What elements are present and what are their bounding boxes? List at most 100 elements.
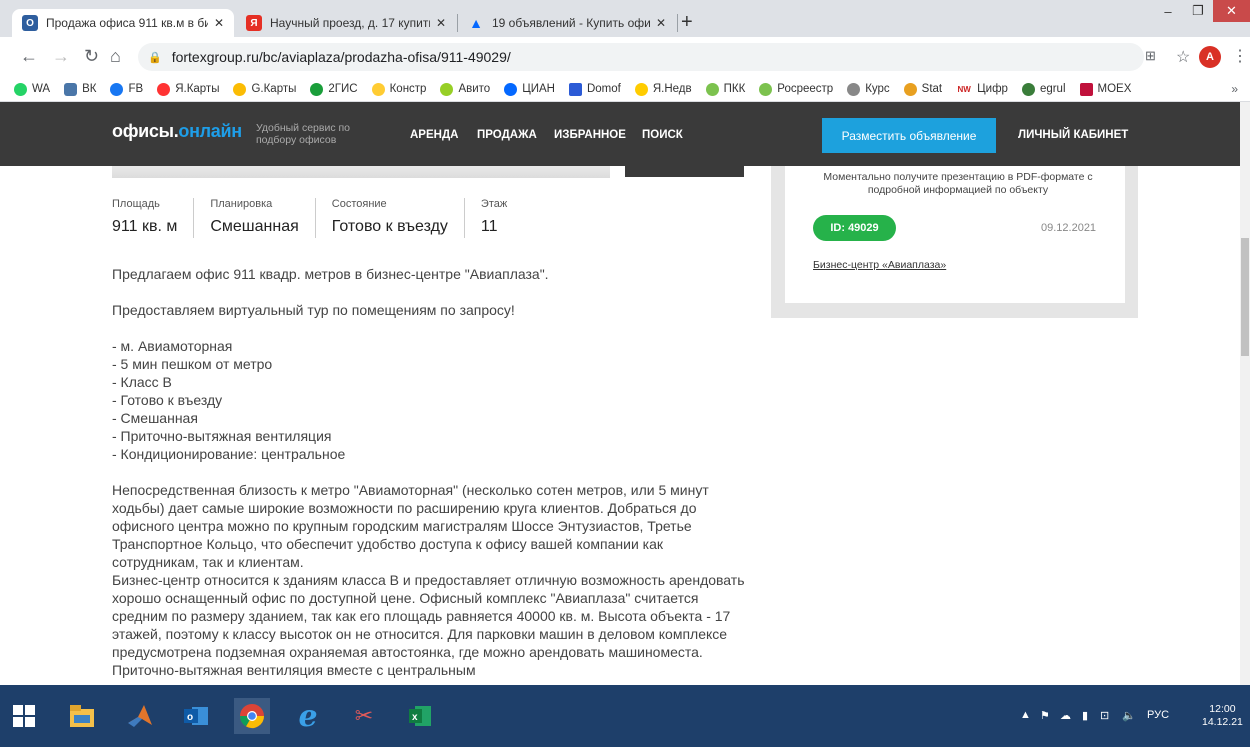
gallery-control[interactable] <box>625 166 744 177</box>
map-pin-icon <box>371 82 385 96</box>
profile-avatar[interactable]: A <box>1199 46 1221 68</box>
bookmark-avito[interactable]: Авито <box>440 82 491 96</box>
tab-separator <box>677 14 678 32</box>
excel-icon[interactable]: x <box>402 698 438 734</box>
lock-icon[interactable]: 🔒 <box>148 51 162 64</box>
minimize-icon[interactable]: – <box>1153 0 1183 22</box>
avito-icon <box>440 82 454 96</box>
bookmark-domof[interactable]: Domof <box>568 82 621 96</box>
bookmark-yanedv[interactable]: Я.Недв <box>634 82 692 96</box>
bookmark-cian[interactable]: ЦИАН <box>504 82 555 96</box>
bookmark-2gis[interactable]: 2ГИС <box>310 82 358 96</box>
feature-item: - Готово к въезду <box>112 392 223 408</box>
bookmark-star-icon[interactable]: ☆ <box>1176 47 1190 67</box>
scrollbar[interactable] <box>1240 102 1250 685</box>
house-icon <box>634 82 648 96</box>
bookmark-pkk[interactable]: ПКК <box>705 82 745 96</box>
bookmark-vk[interactable]: ВК <box>64 82 97 96</box>
close-tab-icon[interactable]: ✕ <box>656 16 666 30</box>
network-icon[interactable]: ⊡ <box>1100 709 1109 722</box>
taskbar-clock[interactable]: 12:00 14.12.21 <box>1202 703 1243 729</box>
bookmark-moex[interactable]: MOEX <box>1079 82 1131 96</box>
chrome-icon[interactable] <box>234 698 270 734</box>
restore-icon[interactable]: ❐ <box>1183 0 1213 22</box>
nav-search[interactable]: ПОИСК <box>642 129 683 141</box>
bookmark-fb[interactable]: FB <box>110 82 143 96</box>
nav-favorites[interactable]: ИЗБРАННОЕ <box>554 129 626 141</box>
url-bar[interactable]: 🔒 fortexgroup.ru/bc/aviaplaza/prodazha-o… <box>138 43 1144 71</box>
bookmark-label: Цифр <box>977 83 1008 95</box>
fact-floor: Этаж 11 <box>481 198 523 238</box>
matlab-icon[interactable] <box>122 698 158 734</box>
os-taskbar: o e ✂ x ▲ ⚑ ☁ ▮ ⊡ 🔈 РУС 12:00 14.12.21 <box>0 685 1250 747</box>
flag-tray-icon[interactable]: ⚑ <box>1040 709 1050 722</box>
snipping-tool-icon[interactable]: ✂ <box>346 698 382 734</box>
facts-row: Площадь 911 кв. м Планировка Смешанная С… <box>112 198 539 238</box>
bookmark-label: ВК <box>82 83 97 95</box>
bookmark-yamaps[interactable]: Я.Карты <box>157 82 219 96</box>
close-tab-icon[interactable]: ✕ <box>436 16 446 30</box>
pdf-note: Моментально получите презентацию в PDF-ф… <box>823 171 1093 196</box>
volume-icon[interactable]: 🔈 <box>1122 709 1136 722</box>
close-tab-icon[interactable]: ✕ <box>214 16 224 30</box>
close-window-icon[interactable]: ✕ <box>1213 0 1250 22</box>
bookmark-label: ЦИАН <box>522 83 555 95</box>
logo-text: офисы. <box>112 121 179 141</box>
account-link[interactable]: ЛИЧНЫЙ КАБИНЕТ <box>1018 129 1128 141</box>
reload-icon[interactable]: ↻ <box>84 46 99 66</box>
bookmark-label: Domof <box>586 83 621 95</box>
bookmark-label: Авито <box>458 83 491 95</box>
svg-text:o: o <box>187 712 193 723</box>
forward-icon[interactable]: → <box>52 46 70 66</box>
facebook-icon <box>110 82 124 96</box>
description-paragraph: Бизнес-центр относится к зданиям класса … <box>112 572 745 678</box>
new-tab-icon[interactable]: + <box>681 12 693 32</box>
bookmarks-overflow-icon[interactable]: » <box>1231 82 1238 96</box>
nav-rent[interactable]: АРЕНДА <box>410 129 458 141</box>
bookmark-wa[interactable]: WA <box>14 82 50 96</box>
tab-title: 19 объявлений - Купить офис в <box>492 16 650 30</box>
bookmark-rosreestr[interactable]: Росреестр <box>759 82 834 96</box>
post-listing-button[interactable]: Разместить объявление <box>822 118 996 153</box>
bookmark-konstr[interactable]: Констр <box>371 82 427 96</box>
language-indicator[interactable]: РУС <box>1147 709 1169 721</box>
fact-value: Готово к въезду <box>331 218 448 235</box>
bookmark-kurs[interactable]: Курс <box>847 82 890 96</box>
whatsapp-icon <box>14 82 27 96</box>
tab-title: Продажа офиса 911 кв.м в бизне <box>46 16 208 30</box>
scrollbar-thumb[interactable] <box>1241 238 1249 356</box>
file-explorer-icon[interactable] <box>64 698 100 734</box>
nav-sale[interactable]: ПРОДАЖА <box>477 129 537 141</box>
bookmark-gmaps[interactable]: G.Карты <box>233 82 296 96</box>
business-center-link[interactable]: Бизнес-центр «Авиаплаза» <box>813 259 946 271</box>
tab-cian[interactable]: ▲ 19 объявлений - Купить офис в ✕ <box>458 9 676 37</box>
fact-value: Смешанная <box>210 218 299 235</box>
translate-icon[interactable]: ⊞ <box>1145 48 1156 64</box>
bookmark-stat[interactable]: Stat <box>903 82 942 96</box>
tab-active[interactable]: О Продажа офиса 911 кв.м в бизне ✕ <box>12 9 234 37</box>
onedrive-icon[interactable]: ☁ <box>1060 709 1071 722</box>
bookmark-label: Росреестр <box>777 83 834 95</box>
web-page: Площадь 911 кв. м Планировка Смешанная С… <box>0 102 1250 685</box>
fact-condition: Состояние Готово к въезду <box>332 198 465 238</box>
site-logo[interactable]: офисы.онлайн <box>112 121 242 142</box>
tab-yandex[interactable]: Я Научный проезд, д. 17 купить п ✕ <box>236 9 456 37</box>
internet-explorer-icon[interactable]: e <box>290 698 326 734</box>
outlook-icon[interactable]: o <box>178 698 214 734</box>
fact-value: 911 кв. м <box>112 218 178 235</box>
gallery-image[interactable] <box>112 166 610 178</box>
fact-label: Площадь <box>112 198 160 210</box>
back-icon[interactable]: ← <box>20 46 38 66</box>
bookmark-egrul[interactable]: egrul <box>1021 82 1066 96</box>
battery-icon[interactable]: ▮ <box>1082 709 1088 722</box>
bookmark-cifr[interactable]: NW Цифр <box>956 82 1008 96</box>
description-intro: Предлагаем офис 911 квадр. метров в бизн… <box>112 266 549 282</box>
logo-accent: онлайн <box>178 121 242 141</box>
windows-start-icon[interactable] <box>6 698 42 734</box>
browser-menu-icon[interactable]: ⋮ <box>1232 46 1248 66</box>
tray-expand-icon[interactable]: ▲ <box>1020 709 1031 721</box>
bookmark-label: Курс <box>865 83 890 95</box>
url-text: fortexgroup.ru/bc/aviaplaza/prodazha-ofi… <box>171 49 511 65</box>
home-icon[interactable]: ⌂ <box>110 46 121 66</box>
bookmark-label: Констр <box>389 83 427 95</box>
